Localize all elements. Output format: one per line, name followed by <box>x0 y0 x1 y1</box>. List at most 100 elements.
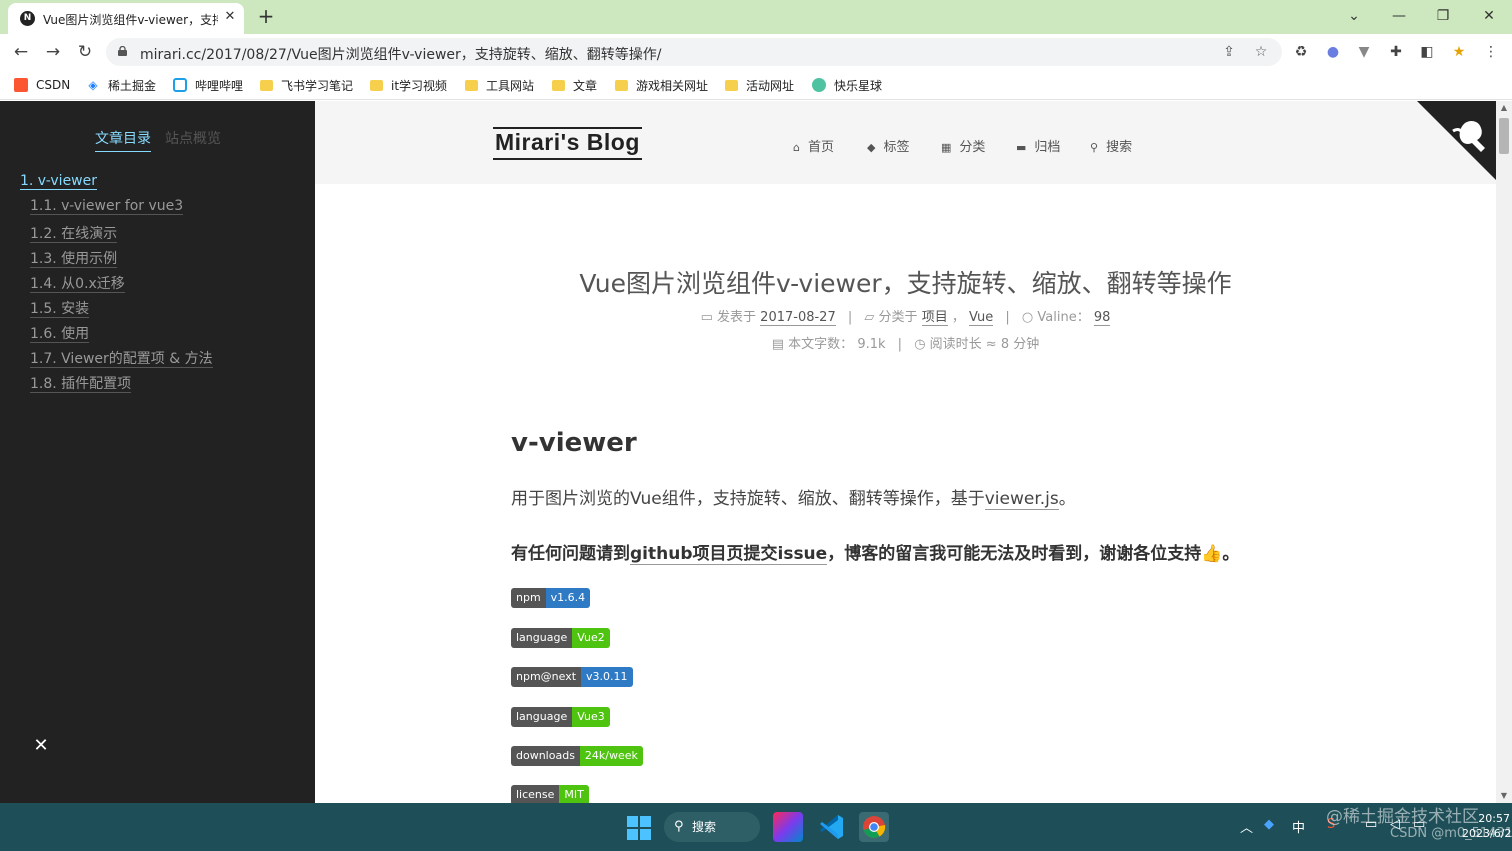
scroll-down-icon[interactable]: ▼ <box>1496 789 1512 803</box>
scroll-thumb[interactable] <box>1499 118 1509 154</box>
browser-tab-active[interactable]: N Vue图片浏览组件v-viewer，支持旋转 ✕ <box>8 3 244 34</box>
menu-kebab-icon[interactable]: ⋮ <box>1481 42 1501 62</box>
toc-item[interactable]: 1.3. 使用示例 <box>20 248 213 268</box>
site-brand[interactable]: Mirari's Blog <box>493 127 642 160</box>
notice-text: 有任何问题请到 <box>511 544 630 564</box>
badge-license[interactable]: license MIT <box>511 785 589 803</box>
badge-value: v3.0.11 <box>581 667 633 687</box>
meta-divider: | <box>847 310 853 325</box>
bookmark-juejin[interactable]: ◈ 稀土掘金 <box>86 76 156 94</box>
github-corner-icon[interactable] <box>1417 101 1497 181</box>
category-link[interactable]: 项目 <box>921 310 948 326</box>
comment-count[interactable]: 98 <box>1093 310 1111 326</box>
badge-npm-next[interactable]: npm@next v3.0.11 <box>511 667 633 687</box>
profile-avatar-icon[interactable]: ★ <box>1449 42 1469 62</box>
bookmark-star-icon[interactable]: ☆ <box>1252 43 1270 61</box>
tab-close-icon[interactable]: ✕ <box>222 9 238 25</box>
bookmark-folder-notes[interactable]: 飞书学习笔记 <box>260 76 353 94</box>
menu-item-archives[interactable]: ▬ 归档 <box>1016 136 1060 155</box>
toc-link[interactable]: 1. v-viewer <box>20 173 97 190</box>
restore-icon[interactable]: ❐ <box>1428 4 1458 28</box>
blue-extension-icon[interactable]: ● <box>1323 42 1343 62</box>
reload-icon[interactable]: ↻ <box>73 40 97 64</box>
badge-npm[interactable]: npm v1.6.4 <box>511 588 591 608</box>
back-icon[interactable]: ← <box>9 40 33 64</box>
ime-indicator[interactable]: 中 <box>1292 817 1305 836</box>
bookmark-csdn[interactable]: CSDN <box>14 76 70 94</box>
chrome-icon[interactable] <box>859 812 889 842</box>
intellij-idea-icon[interactable] <box>773 812 803 842</box>
menu-item-home[interactable]: ⌂ 首页 <box>793 136 834 155</box>
taskbar-search[interactable]: ⚲ 搜索 <box>664 812 760 842</box>
toc-link[interactable]: 1.8. 插件配置项 <box>30 376 132 393</box>
toc-link[interactable]: 1.2. 在线演示 <box>30 226 118 243</box>
bookmark-folder-videos[interactable]: it学习视频 <box>370 76 447 94</box>
posted-label: 发表于 <box>717 310 757 325</box>
toc-link[interactable]: 1.5. 安装 <box>30 301 90 318</box>
bookmark-happy-planet[interactable]: 快乐星球 <box>812 76 882 94</box>
tab-overview[interactable]: 站点概览 <box>165 128 221 148</box>
viewerjs-link[interactable]: viewer.js <box>984 489 1059 510</box>
address-bar[interactable]: mirari.cc/2017/08/27/Vue图片浏览组件v-viewer，支… <box>106 38 1282 66</box>
menu-item-tags[interactable]: ◆ 标签 <box>867 136 909 155</box>
bookmarks-bar: CSDN ◈ 稀土掘金 哔哩哔哩 飞书学习笔记 it学习视频 工具网站 文章 游… <box>0 70 1512 100</box>
browser-titlebar: N Vue图片浏览组件v-viewer，支持旋转 ✕ + ⌄ — ❐ ✕ <box>0 0 1512 34</box>
recycle-extension-icon[interactable]: ♻ <box>1291 42 1311 62</box>
toc-item[interactable]: 1.5. 安装 <box>20 298 213 318</box>
toc-link[interactable]: 1.4. 从0.x迁移 <box>30 276 125 293</box>
toc-item[interactable]: 1.7. Viewer的配置项 & 方法 <box>20 348 213 368</box>
window-close-icon[interactable]: ✕ <box>1474 4 1504 28</box>
toc-item[interactable]: 1.1. v-viewer for vue3 <box>20 198 213 217</box>
menu-label: 归档 <box>1034 140 1061 155</box>
badge-label: language <box>511 707 573 727</box>
badge-language-vue2[interactable]: language Vue2 <box>511 628 610 648</box>
scroll-up-icon[interactable]: ▲ <box>1496 101 1512 115</box>
github-issue-link[interactable]: github项目页提交issue <box>630 544 828 565</box>
toc-item[interactable]: 1. v-viewer <box>20 173 213 192</box>
vscode-icon[interactable] <box>816 812 846 842</box>
toc-item[interactable]: 1.6. 使用 <box>20 323 213 343</box>
bookmark-folder-events[interactable]: 活动网址 <box>725 76 794 94</box>
bookmark-folder-articles[interactable]: 文章 <box>552 76 597 94</box>
menu-item-search[interactable]: ⚲ 搜索 <box>1090 136 1132 155</box>
category-link[interactable]: Vue <box>969 310 994 326</box>
category-label: 分类于 <box>878 310 918 325</box>
badge-language-vue3[interactable]: language Vue3 <box>511 707 610 727</box>
forward-icon[interactable]: → <box>41 40 65 64</box>
toc-item[interactable]: 1.2. 在线演示 <box>20 223 213 243</box>
toc-link[interactable]: 1.3. 使用示例 <box>30 251 118 268</box>
tab-toc[interactable]: 文章目录 <box>95 128 151 152</box>
defender-icon[interactable]: ◆ <box>1264 817 1274 832</box>
folder-icon <box>615 79 628 91</box>
menu-item-categories[interactable]: ▦ 分类 <box>941 136 985 155</box>
bookmark-folder-games[interactable]: 游戏相关网址 <box>615 76 708 94</box>
bookmark-folder-tools[interactable]: 工具网站 <box>465 76 534 94</box>
badge-downloads[interactable]: downloads 24k/week <box>511 746 643 766</box>
toc-link[interactable]: 1.7. Viewer的配置项 & 方法 <box>30 351 213 368</box>
th-icon: ▦ <box>941 141 952 154</box>
side-panel-icon[interactable]: ◧ <box>1417 42 1437 62</box>
badge-value: 24k/week <box>579 746 643 766</box>
minimize-icon[interactable]: — <box>1384 4 1414 28</box>
vue-devtools-icon[interactable]: ▼ <box>1354 42 1374 62</box>
post-date[interactable]: 2017-08-27 <box>760 310 836 326</box>
toc-link[interactable]: 1.6. 使用 <box>30 326 90 343</box>
bookmark-bilibili[interactable]: 哔哩哔哩 <box>173 76 243 94</box>
toc-item[interactable]: 1.8. 插件配置项 <box>20 373 213 393</box>
calendar-icon: ▭ <box>700 310 718 325</box>
post-meta-line1: ▭ 发表于 2017-08-27 | ▱ 分类于 项目 ， Vue | ○ Va… <box>315 306 1496 326</box>
new-tab-icon[interactable]: + <box>256 6 276 26</box>
valine-label: Valine： <box>1037 310 1090 325</box>
sidebar-close-icon[interactable]: ✕ <box>32 737 50 755</box>
menu-label: 标签 <box>883 140 910 155</box>
extensions-puzzle-icon[interactable]: ✚ <box>1386 42 1406 62</box>
tray-chevron-icon[interactable]: ︿ <box>1240 817 1253 836</box>
toc-item[interactable]: 1.4. 从0.x迁移 <box>20 273 213 293</box>
notice-suffix: ，博客的留言我可能无法及时看到，谢谢各位支持👍。 <box>827 544 1240 564</box>
page-scrollbar[interactable]: ▲ ▼ <box>1496 101 1512 803</box>
readtime-label: 阅读时长 ≈ <box>929 337 997 352</box>
share-icon[interactable]: ⇪ <box>1220 43 1238 61</box>
toc-link[interactable]: 1.1. v-viewer for vue3 <box>30 198 184 215</box>
windows-start-icon[interactable] <box>627 816 651 840</box>
tab-search-chevron-icon[interactable]: ⌄ <box>1339 4 1369 28</box>
